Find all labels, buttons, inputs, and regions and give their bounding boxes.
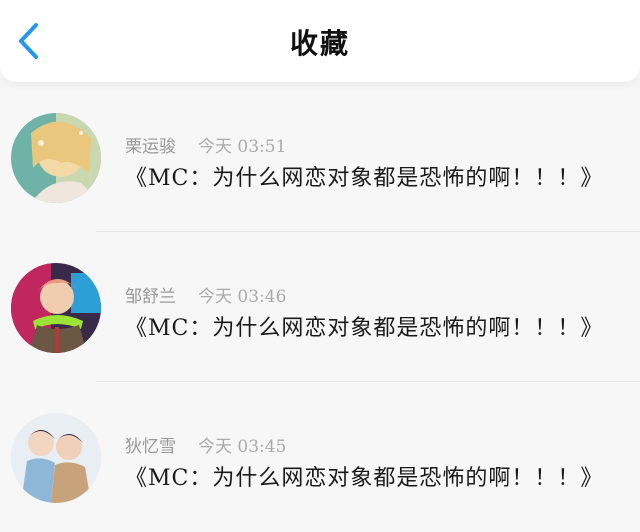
list-item[interactable]: 狄忆雪 今天 03:45 《MC：为什么网恋对象都是恐怖的啊！！！》 [0, 382, 640, 532]
list-item[interactable]: 栗运骏 今天 03:51 《MC：为什么网恋对象都是恐怖的啊！！！》 [0, 82, 640, 232]
meta-line: 邹舒兰 今天 03:46 [125, 282, 286, 307]
message-text: 《MC：为什么网恋对象都是恐怖的啊！！！》 [125, 166, 604, 191]
timestamp: 今天 03:45 [198, 437, 287, 457]
list-item[interactable]: 邹舒兰 今天 03:46 《MC：为什么网恋对象都是恐怖的啊！！！》 [0, 232, 640, 382]
meta-line: 栗运骏 今天 03:51 [125, 132, 286, 157]
top-bar: 收藏 [0, 0, 640, 82]
meta-line: 狄忆雪 今天 03:45 [125, 432, 286, 457]
username: 狄忆雪 [125, 437, 176, 457]
message-text: 《MC：为什么网恋对象都是恐怖的啊！！！》 [125, 316, 604, 341]
avatar[interactable] [11, 413, 101, 503]
timestamp: 今天 03:46 [198, 287, 287, 307]
message-text: 《MC：为什么网恋对象都是恐怖的啊！！！》 [125, 466, 604, 491]
avatar[interactable] [11, 263, 101, 353]
page-title: 收藏 [289, 27, 350, 60]
username: 邹舒兰 [125, 287, 176, 307]
username: 栗运骏 [125, 137, 176, 157]
timestamp: 今天 03:51 [198, 137, 287, 157]
avatar[interactable] [11, 113, 101, 203]
favorites-list: 栗运骏 今天 03:51 《MC：为什么网恋对象都是恐怖的啊！！！》 邹舒兰 今天 … [0, 82, 640, 532]
